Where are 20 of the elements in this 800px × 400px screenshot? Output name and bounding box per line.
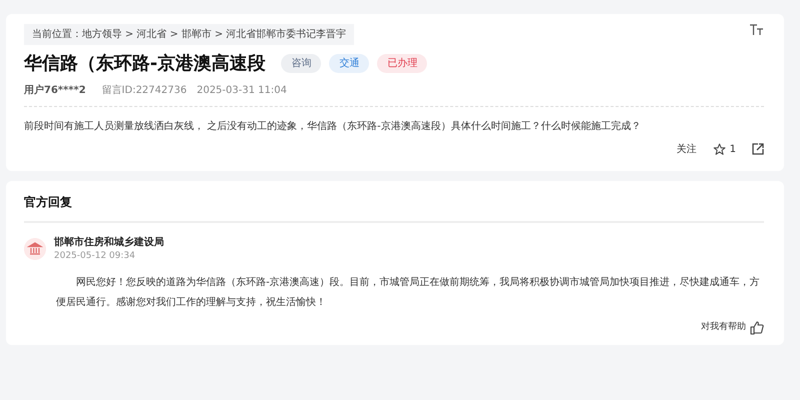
message-id: 留言ID:22742736 <box>102 84 187 98</box>
share-icon[interactable] <box>752 143 764 156</box>
tag: 已办理 <box>377 54 428 74</box>
user-name: 用户76****2 <box>24 83 86 98</box>
follow-link[interactable]: 关注 <box>676 142 697 157</box>
post-time: 2025-03-31 11:04 <box>196 84 287 98</box>
question-text: 前段时间有施工人员测量放线洒白灰线， 之后没有动工的迹象，华信路（东环路-京港澳高速段）具体什么时间施工？什么时候能施工完成？ <box>24 120 642 134</box>
tag: 交通 <box>329 54 370 74</box>
department-name: 邯郸市住房和城乡建设局 <box>54 235 164 250</box>
reply-time: 2025-05-12 09:34 <box>54 250 136 263</box>
font-size-icon[interactable] <box>750 24 764 36</box>
breadcrumb: 当前位置：地方领导 > 河北省 > 邯郸市 > 河北省邯郸市委书记李晋宇 <box>24 24 354 45</box>
star-icon[interactable] <box>712 142 726 156</box>
helpful-link[interactable]: 对我有帮助 <box>701 321 746 335</box>
thumbs-up-icon[interactable] <box>750 321 764 336</box>
star-count: 1 <box>730 142 736 157</box>
question-title: 华信路（东环路-京港澳高速段 <box>24 53 266 75</box>
tag: 咨询 <box>281 54 322 74</box>
section-heading: 官方回复 <box>24 194 73 211</box>
reply-text: 网民您好！您反映的道路为华信路（东环路-京港澳高速）段。目前，市城管局正在做前期统筹，我局将积极协调市城管局加快项目推进，尽快建成通车，方便居民通行。感谢您对我们工作的理解与支持，祝生活愉快！ <box>55 276 761 310</box>
